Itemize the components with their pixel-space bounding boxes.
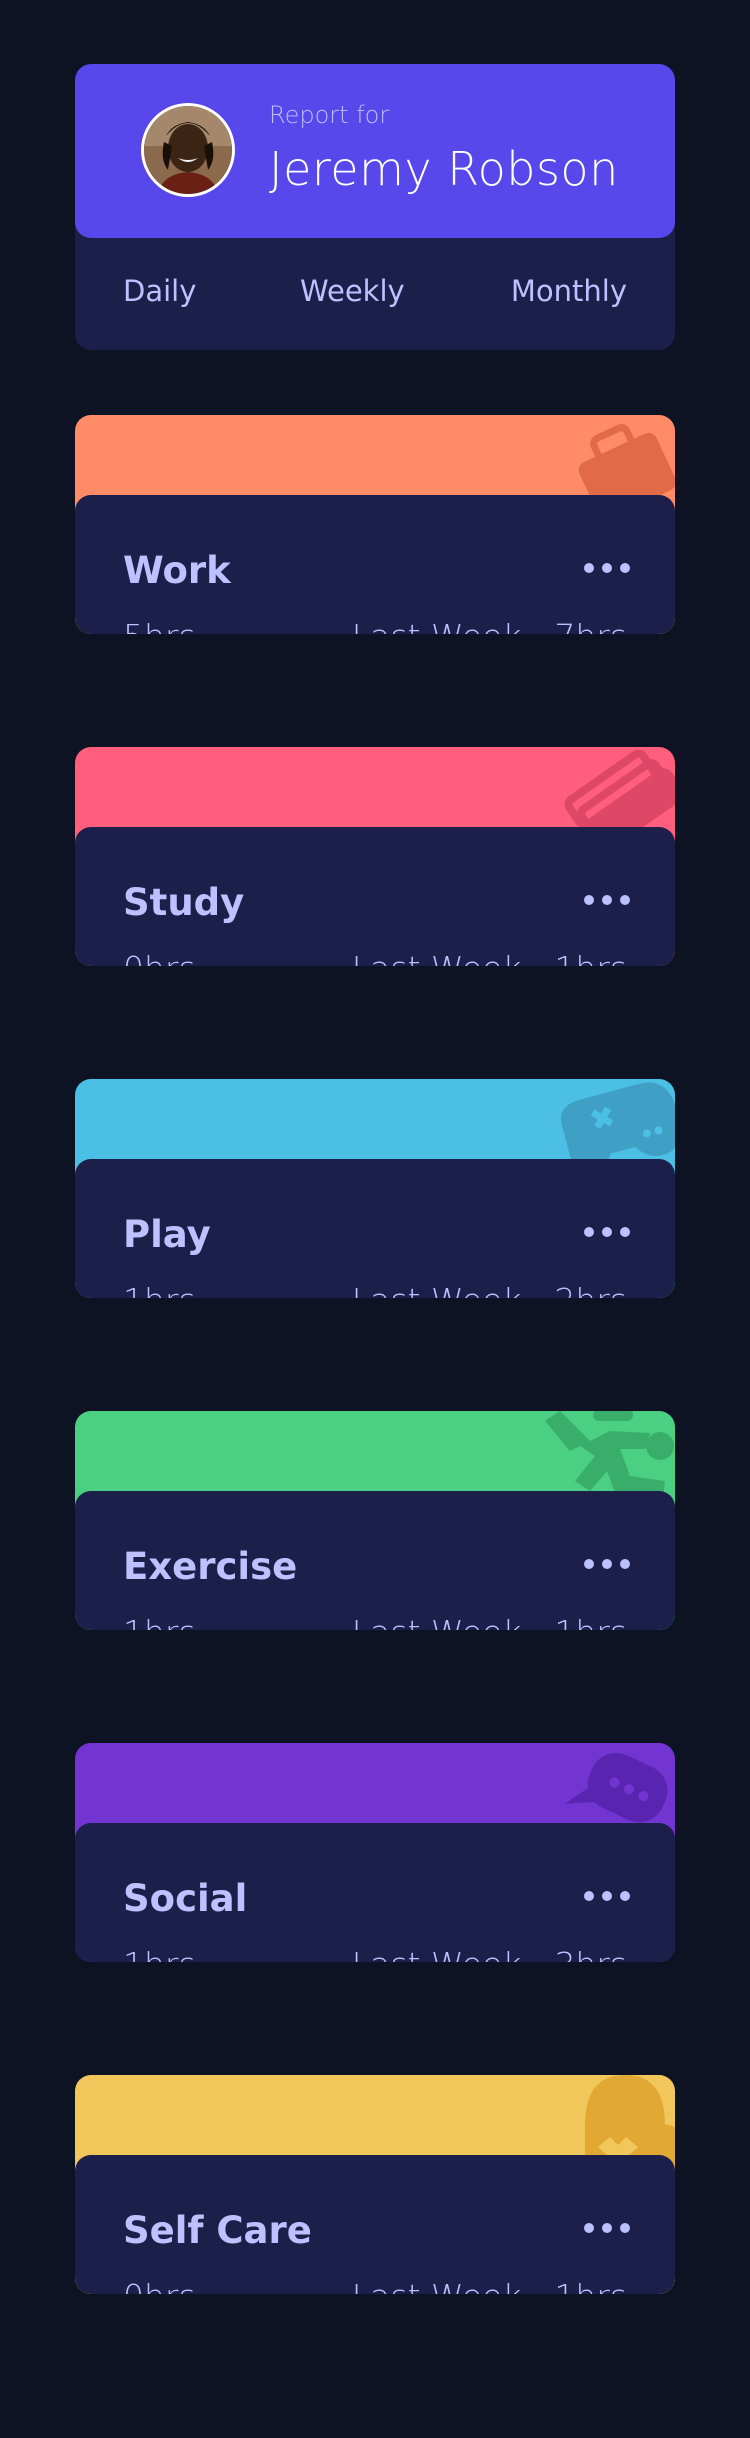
current-hours: 0hrs xyxy=(123,949,196,966)
activity-card-work: Work 5hrs Last Week - 7hrs xyxy=(75,415,675,634)
activity-title: Self Care xyxy=(123,2209,312,2252)
tab-weekly[interactable]: Weekly xyxy=(300,274,405,308)
previous-hours: Last Week - 3hrs xyxy=(352,1945,627,1962)
more-options-button[interactable] xyxy=(584,561,630,575)
report-for-label: Report for xyxy=(269,101,390,129)
activity-card-body[interactable]: Play 1hrs Last Week - 2hrs xyxy=(75,1159,675,1298)
previous-hours: Last Week - 1hrs xyxy=(352,1613,627,1630)
activity-card-body[interactable]: Exercise 1hrs Last Week - 1hrs xyxy=(75,1491,675,1630)
activity-card-social: Social 1hrs Last Week - 3hrs xyxy=(75,1743,675,1962)
activity-title: Social xyxy=(123,1877,248,1920)
profile-card: Report for Jeremy Robson Daily Weekly Mo… xyxy=(75,64,675,350)
current-hours: 0hrs xyxy=(123,2277,196,2294)
activity-card-body[interactable]: Work 5hrs Last Week - 7hrs xyxy=(75,495,675,634)
previous-hours: Last Week - 2hrs xyxy=(352,1281,627,1298)
activity-card-body[interactable]: Social 1hrs Last Week - 3hrs xyxy=(75,1823,675,1962)
avatar xyxy=(141,103,235,197)
current-hours: 1hrs xyxy=(123,1281,196,1298)
activity-card-study: Study 0hrs Last Week - 1hrs xyxy=(75,747,675,966)
activity-title: Study xyxy=(123,881,245,924)
previous-hours: Last Week - 1hrs xyxy=(352,949,627,966)
user-name: Jeremy Robson xyxy=(269,142,619,196)
activity-card-self-care: Self Care 0hrs Last Week - 1hrs xyxy=(75,2075,675,2294)
activity-title: Play xyxy=(123,1213,211,1256)
previous-hours: Last Week - 1hrs xyxy=(352,2277,627,2294)
activity-card-body[interactable]: Study 0hrs Last Week - 1hrs xyxy=(75,827,675,966)
more-options-button[interactable] xyxy=(584,1557,630,1571)
current-hours: 1hrs xyxy=(123,1613,196,1630)
tab-daily[interactable]: Daily xyxy=(123,274,196,308)
tab-monthly[interactable]: Monthly xyxy=(511,274,627,308)
activity-card-exercise: Exercise 1hrs Last Week - 1hrs xyxy=(75,1411,675,1630)
more-options-button[interactable] xyxy=(584,2221,630,2235)
more-options-button[interactable] xyxy=(584,1225,630,1239)
profile-header: Report for Jeremy Robson xyxy=(75,64,675,238)
previous-hours: Last Week - 7hrs xyxy=(352,617,627,634)
current-hours: 1hrs xyxy=(123,1945,196,1962)
current-hours: 5hrs xyxy=(123,617,196,634)
activity-card-body[interactable]: Self Care 0hrs Last Week - 1hrs xyxy=(75,2155,675,2294)
activity-title: Exercise xyxy=(123,1545,298,1588)
more-options-button[interactable] xyxy=(584,893,630,907)
dashboard: Report for Jeremy Robson Daily Weekly Mo… xyxy=(0,0,750,2438)
activity-title: Work xyxy=(123,549,231,592)
more-options-button[interactable] xyxy=(584,1889,630,1903)
activity-card-play: Play 1hrs Last Week - 2hrs xyxy=(75,1079,675,1298)
